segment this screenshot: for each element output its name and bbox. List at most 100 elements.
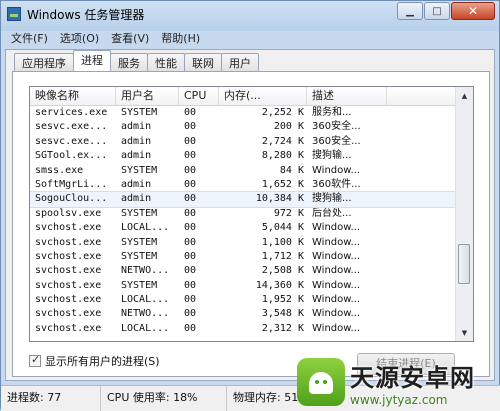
process-list-header: 映像名称 用户名 CPU 内存(... 描述 [30, 87, 457, 106]
cell-user-name: SYSTEM [121, 236, 158, 248]
show-all-users-label[interactable]: 显示所有用户的进程(S) [45, 353, 160, 369]
task-manager-window: Windows 任务管理器 ▁ □ ✕ 文件(F) 选项(O) 查看(V) 帮助… [0, 0, 500, 411]
cell-user-name: LOCAL... [121, 322, 170, 334]
maximize-button[interactable]: □ [424, 2, 450, 20]
cell-cpu: 00 [184, 135, 197, 147]
table-row[interactable]: svchost.exe SYSTEM 00 1,100 K Window... [30, 236, 457, 250]
table-row[interactable]: svchost.exe SYSTEM 00 1,712 K Window... [30, 250, 457, 264]
window-title: Windows 任务管理器 [27, 8, 145, 22]
table-row[interactable]: smss.exe SYSTEM 00 84 K Window... [30, 164, 457, 178]
cell-image-name: SoftMgrLi... [35, 178, 108, 190]
cell-memory: 2,724 K [261, 135, 304, 147]
cell-description: Window... [312, 222, 361, 234]
cell-cpu: 00 [184, 178, 197, 190]
table-row[interactable]: svchost.exe LOCAL... 00 2,312 K Window... [30, 322, 457, 336]
status-process-count: 进程数: 77 [1, 386, 101, 411]
column-user-name[interactable]: 用户名 [116, 87, 179, 105]
show-all-users-checkbox[interactable] [29, 353, 41, 367]
table-row[interactable]: svchost.exe LOCAL... 00 5,044 K Window... [30, 221, 457, 235]
cell-memory: 3,548 K [261, 308, 304, 320]
close-button[interactable]: ✕ [451, 2, 495, 20]
cell-cpu: 00 [184, 236, 197, 248]
table-row[interactable]: SGTool.ex... admin 00 8,280 K 搜狗输... [30, 149, 457, 163]
cell-user-name: admin [121, 121, 152, 133]
cell-cpu: 00 [184, 294, 197, 306]
cell-memory: 972 K [273, 207, 304, 219]
table-row[interactable]: svchost.exe NETWO... 00 2,508 K Window... [30, 264, 457, 278]
cell-description: Window... [312, 250, 361, 262]
process-list[interactable]: 映像名称 用户名 CPU 内存(... 描述 services.exe SYSTE… [29, 86, 474, 342]
cell-image-name: smss.exe [35, 164, 84, 176]
table-row[interactable]: spoolsv.exe SYSTEM 00 972 K 后台处... [30, 207, 457, 221]
table-row[interactable]: sesvc.exe... admin 00 200 K 360安全... [30, 120, 457, 134]
menu-options[interactable]: 选项(O) [54, 29, 105, 47]
cell-cpu: 00 [184, 222, 197, 234]
cell-description: 搜狗输... [312, 150, 352, 162]
table-row[interactable]: svchost.exe SYSTEM 00 14,360 K Window... [30, 279, 457, 293]
cell-description: Window... [312, 294, 361, 306]
cell-description: Window... [312, 164, 361, 176]
column-cpu[interactable]: CPU [179, 87, 219, 105]
cell-description: 360安全... [312, 121, 361, 133]
cell-memory: 14,360 K [255, 279, 304, 291]
table-row[interactable]: sesvc.exe... admin 00 2,724 K 360安全... [30, 135, 457, 149]
cell-cpu: 00 [184, 121, 197, 133]
cell-image-name: SogouClou... [35, 193, 108, 205]
tab-performance[interactable]: 性能 [147, 53, 185, 71]
table-row[interactable]: SoftMgrLi... admin 00 1,652 K 360软件... [30, 178, 457, 192]
cell-image-name: svchost.exe [35, 322, 102, 334]
vertical-scrollbar[interactable]: ▲ ▼ [455, 87, 473, 341]
tab-services[interactable]: 服务 [110, 53, 148, 71]
column-description[interactable]: 描述 [307, 87, 387, 105]
tab-networking[interactable]: 联网 [184, 53, 222, 71]
cell-image-name: svchost.exe [35, 236, 102, 248]
title-bar[interactable]: Windows 任务管理器 ▁ □ ✕ [1, 1, 500, 27]
processes-panel: 映像名称 用户名 CPU 内存(... 描述 services.exe SYSTE… [12, 71, 490, 377]
task-manager-icon [7, 7, 21, 21]
cell-image-name: svchost.exe [35, 222, 102, 234]
cell-memory: 2,508 K [261, 265, 304, 277]
cell-description: Window... [312, 236, 361, 248]
status-cpu-usage: CPU 使用率: 18% [101, 386, 227, 411]
android-robot-icon [297, 358, 345, 406]
scroll-down-arrow-icon[interactable]: ▼ [456, 324, 473, 341]
menu-view[interactable]: 查看(V) [105, 29, 155, 47]
cell-image-name: SGTool.ex... [35, 150, 108, 162]
scrollbar-thumb[interactable] [458, 244, 470, 285]
cell-user-name: admin [121, 135, 152, 147]
cell-description: Window... [312, 279, 361, 291]
menu-help[interactable]: 帮助(H) [155, 29, 206, 47]
cell-memory: 1,652 K [261, 178, 304, 190]
tab-processes[interactable]: 进程 [73, 50, 111, 71]
cell-image-name: svchost.exe [35, 294, 102, 306]
cell-cpu: 00 [184, 279, 197, 291]
menu-file[interactable]: 文件(F) [5, 29, 54, 47]
cell-user-name: SYSTEM [121, 279, 158, 291]
cell-cpu: 00 [184, 322, 197, 334]
cell-memory: 2,252 K [261, 107, 304, 118]
cell-cpu: 00 [184, 265, 197, 277]
cell-cpu: 00 [184, 107, 197, 118]
minimize-button[interactable]: ▁ [397, 2, 423, 20]
cell-memory: 200 K [273, 121, 304, 133]
scroll-up-arrow-icon[interactable]: ▲ [456, 87, 473, 104]
tab-users[interactable]: 用户 [221, 53, 259, 71]
show-all-users-option[interactable]: 显示所有用户的进程(S) [29, 353, 160, 369]
table-row[interactable]: services.exe SYSTEM 00 2,252 K 服务和... [30, 106, 457, 120]
column-image-name[interactable]: 映像名称 [30, 87, 116, 105]
cell-cpu: 00 [184, 207, 197, 219]
main-content: 应用程序 进程 服务 性能 联网 用户 映像名称 用户名 CPU 内存(... … [5, 49, 495, 381]
cell-description: 搜狗输... [312, 193, 352, 205]
cell-memory: 2,312 K [261, 322, 304, 334]
cell-description: 360安全... [312, 135, 361, 147]
tab-applications[interactable]: 应用程序 [14, 53, 74, 71]
table-row[interactable]: svchost.exe NETWO... 00 3,548 K Window... [30, 307, 457, 321]
cell-image-name: svchost.exe [35, 308, 102, 320]
watermark-title: 天源安卓网 [350, 363, 475, 392]
cell-user-name: SYSTEM [121, 107, 158, 118]
table-row[interactable]: svchost.exe LOCAL... 00 1,952 K Window... [30, 293, 457, 307]
watermark-url: www.jytyaz.com [350, 392, 448, 407]
column-memory[interactable]: 内存(... [219, 87, 307, 105]
table-row[interactable]: SogouClou... admin 00 10,384 K 搜狗输... [30, 191, 458, 208]
tab-strip: 应用程序 进程 服务 性能 联网 用户 [14, 50, 259, 71]
